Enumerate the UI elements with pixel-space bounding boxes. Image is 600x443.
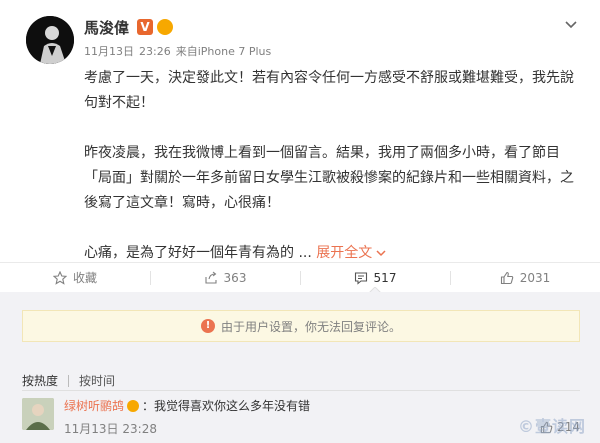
sort-by-hot-tab[interactable]: 按热度 xyxy=(22,372,58,389)
favorite-button[interactable]: 收藏 xyxy=(0,263,150,292)
repost-button[interactable]: 363 xyxy=(150,263,300,292)
author-name[interactable]: 馬浚偉 xyxy=(84,17,129,38)
comment-panel: ! 由于用户设置，你无法回复评论。 按热度 按时间 绿树听鹂鸪 ：我觉得喜欢你这么… xyxy=(0,292,600,443)
post-date[interactable]: 11月13日 xyxy=(84,45,134,58)
chevron-down-icon[interactable] xyxy=(564,18,578,32)
weibo-post: 馬浚偉 V 11月13日 23:26 来自iPhone 7 Plus 考慮了一天，決… xyxy=(0,0,600,261)
chevron-down-icon[interactable] xyxy=(376,248,386,258)
sort-by-time-tab[interactable]: 按时间 xyxy=(79,372,115,389)
comment-button[interactable]: 517 xyxy=(300,263,450,293)
post-source[interactable]: iPhone 7 Plus xyxy=(198,45,272,58)
comment-timestamp: 11月13日 23:28 xyxy=(64,420,157,437)
comment-text: ：我觉得喜欢你这么多年没有错 xyxy=(142,399,311,413)
post-paragraph-2: 昨夜凌晨，我在我微博上看到一個留言。結果，我用了兩個多小時，看了節目「局面」對關… xyxy=(84,145,574,211)
post-meta: 11月13日 23:26 来自iPhone 7 Plus xyxy=(84,43,276,59)
favorite-label: 收藏 xyxy=(72,271,97,285)
source-prefix: 来自 xyxy=(175,45,198,58)
comment-icon xyxy=(354,271,367,285)
verified-badge-icon: V xyxy=(137,19,154,35)
member-badge-icon xyxy=(157,19,174,35)
divider xyxy=(22,390,580,391)
post-teaser-text: 心痛，是為了好好一個年青有為的 ... xyxy=(84,245,312,261)
expand-label[interactable]: 展开全文 xyxy=(316,245,372,261)
comment-time: 23:28 xyxy=(122,422,157,436)
like-button[interactable]: 2031 xyxy=(450,263,600,292)
like-count: 2031 xyxy=(519,270,551,285)
commenter-avatar[interactable] xyxy=(22,398,54,430)
post-paragraph-1: 考慮了一天，決定發此文！若有內容令任何一方感受不舒服或難堪難受，我先說句對不起！ xyxy=(84,70,574,111)
notice-text: 由于用户设置，你无法回复评论。 xyxy=(220,319,401,334)
warning-icon: ! xyxy=(200,319,215,333)
site-watermark: ©壹读网 xyxy=(517,417,586,436)
post-action-bar: 收藏 363 517 2031 xyxy=(0,262,600,293)
comment-item: 绿树听鹂鸪 ：我觉得喜欢你这么多年没有错 11月13日 23:28 214 xyxy=(22,396,580,436)
commenter-name[interactable]: 绿树听鹂鸪 xyxy=(64,399,124,413)
post-content: 考慮了一天，決定發此文！若有內容令任何一方感受不舒服或難堪難受，我先說句對不起！… xyxy=(84,66,584,266)
expand-full-text-link[interactable]: 展开全文 xyxy=(316,245,386,261)
author-avatar[interactable] xyxy=(26,16,74,64)
share-icon xyxy=(204,271,217,284)
post-time[interactable]: 23:26 xyxy=(139,45,171,58)
comment-body: 绿树听鹂鸪 ：我觉得喜欢你这么多年没有错 xyxy=(64,398,310,414)
comment-count: 517 xyxy=(373,270,397,285)
member-badge-icon xyxy=(127,400,140,412)
reply-disabled-notice: ! 由于用户设置，你无法回复评论。 xyxy=(22,310,580,342)
author-row: 馬浚偉 V xyxy=(84,17,177,37)
star-icon xyxy=(52,270,67,285)
sort-divider xyxy=(68,374,70,387)
repost-count: 363 xyxy=(223,270,247,285)
comment-sort-tabs: 按热度 按时间 xyxy=(22,372,115,389)
thumbs-up-icon xyxy=(500,271,513,284)
comment-date: 11月13日 xyxy=(64,422,119,436)
